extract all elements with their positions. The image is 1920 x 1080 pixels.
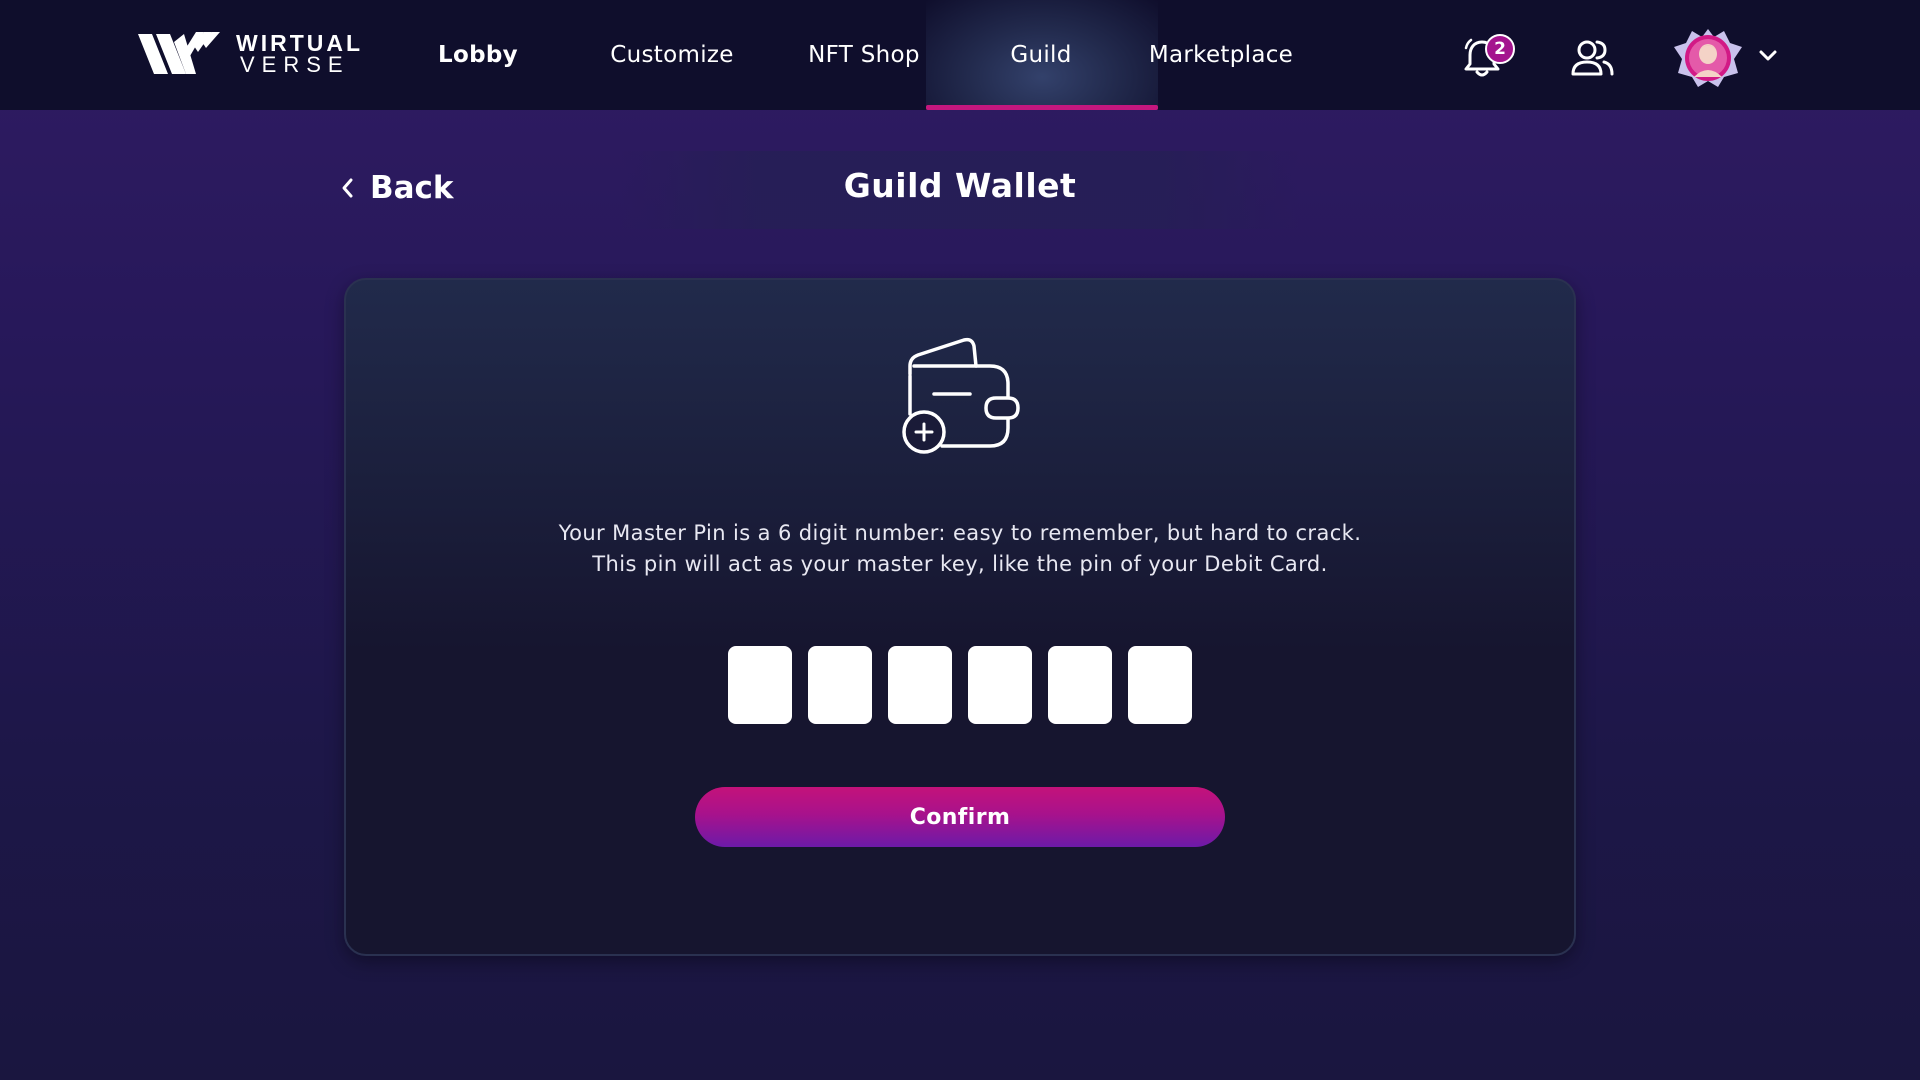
nav-item-lobby[interactable]: Lobby: [422, 0, 534, 110]
top-nav-bar: WIRTUAL VERSE Lobby Customize NFT Shop G…: [0, 0, 1920, 110]
brand-logo[interactable]: WIRTUAL VERSE: [138, 30, 363, 78]
confirm-button[interactable]: Confirm: [695, 787, 1225, 847]
brand-wordmark: WIRTUAL VERSE: [236, 32, 363, 76]
friends-button[interactable]: [1570, 38, 1614, 78]
nav-item-nft-shop[interactable]: NFT Shop: [796, 0, 932, 110]
notification-count-badge: 2: [1485, 34, 1515, 64]
pin-digit-5[interactable]: [1048, 646, 1112, 724]
logo-mark-icon: [138, 32, 220, 74]
back-button[interactable]: Back: [340, 166, 454, 210]
pin-digit-3[interactable]: [888, 646, 952, 724]
chevron-down-icon: [1759, 50, 1777, 61]
page-title: Guild Wallet: [843, 166, 1077, 205]
nav-item-customize[interactable]: Customize: [600, 0, 744, 110]
brand-line2: VERSE: [240, 52, 350, 77]
pin-digit-6[interactable]: [1128, 646, 1192, 724]
pin-description: Your Master Pin is a 6 digit number: eas…: [460, 518, 1460, 580]
nav-item-marketplace[interactable]: Marketplace: [1146, 0, 1296, 110]
pin-digit-4[interactable]: [968, 646, 1032, 724]
chevron-left-icon: [342, 178, 353, 198]
wallet-add-icon: [902, 337, 1020, 454]
nav-item-guild-label: Guild: [1010, 42, 1072, 68]
pin-digit-1[interactable]: [728, 646, 792, 724]
avatar-image: [1674, 29, 1742, 87]
pin-description-line2: This pin will act as your master key, li…: [592, 552, 1328, 576]
pin-digit-2[interactable]: [808, 646, 872, 724]
nav-item-guild[interactable]: Guild: [926, 0, 1158, 110]
pin-description-line1: Your Master Pin is a 6 digit number: eas…: [558, 521, 1362, 545]
back-label: Back: [370, 170, 454, 206]
user-avatar[interactable]: [1672, 27, 1744, 89]
friends-icon: [1571, 40, 1614, 76]
account-menu-toggle[interactable]: [1758, 48, 1778, 64]
